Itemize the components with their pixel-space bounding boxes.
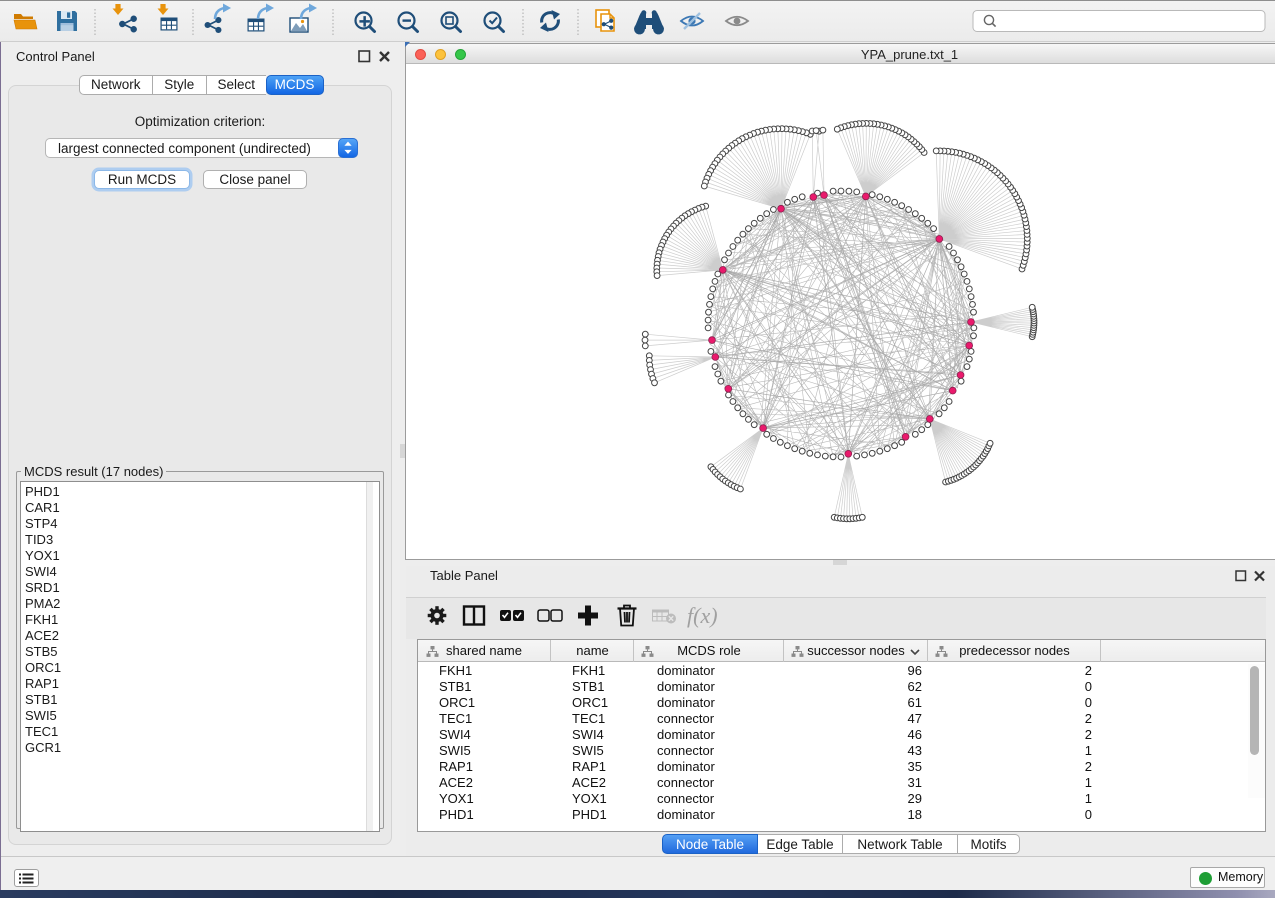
svg-text:f(x): f(x) [687, 603, 718, 628]
